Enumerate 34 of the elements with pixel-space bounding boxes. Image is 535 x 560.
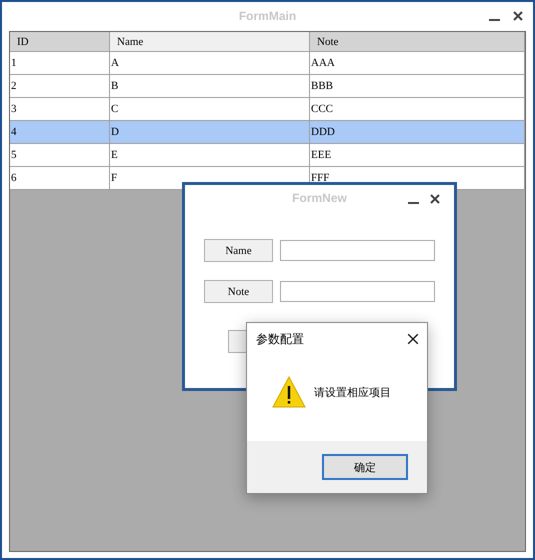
dialog-title: 参数配置	[256, 330, 304, 348]
table-cell: BBB	[310, 75, 525, 97]
table-cell: E	[110, 144, 310, 166]
warning-icon	[272, 376, 306, 408]
table-row[interactable]: 4 D DDD	[10, 121, 525, 144]
close-icon[interactable]	[430, 194, 440, 204]
table-cell: 1	[10, 52, 110, 74]
table-cell: DDD	[310, 121, 525, 143]
table-cell: D	[110, 121, 310, 143]
dialog-message: 请设置相应项目	[314, 386, 391, 400]
ok-button[interactable]: 确定	[322, 454, 408, 480]
column-header[interactable]: Name	[110, 32, 310, 51]
table-row[interactable]: 3 C CCC	[10, 98, 525, 121]
close-icon[interactable]	[513, 11, 523, 21]
table-cell: 5	[10, 144, 110, 166]
table-cell: AAA	[310, 52, 525, 74]
table-cell: A	[110, 52, 310, 74]
table-row[interactable]: 1 A AAA	[10, 52, 525, 75]
table-cell: CCC	[310, 98, 525, 120]
input-field[interactable]	[280, 281, 435, 302]
table-cell: EEE	[310, 144, 525, 166]
table-cell: 3	[10, 98, 110, 120]
table-cell: B	[110, 75, 310, 97]
table-cell: 2	[10, 75, 110, 97]
close-icon[interactable]	[407, 333, 419, 345]
table-cell: 4	[10, 121, 110, 143]
label-button[interactable]: Note	[204, 280, 273, 303]
table-cell: 6	[10, 167, 110, 189]
label-button[interactable]: Name	[204, 239, 273, 262]
column-header[interactable]: Note	[310, 32, 525, 51]
input-field[interactable]	[280, 240, 435, 261]
table-row[interactable]: 2 B BBB	[10, 75, 525, 98]
table-cell: C	[110, 98, 310, 120]
table-row[interactable]: 5 E EEE	[10, 144, 525, 167]
